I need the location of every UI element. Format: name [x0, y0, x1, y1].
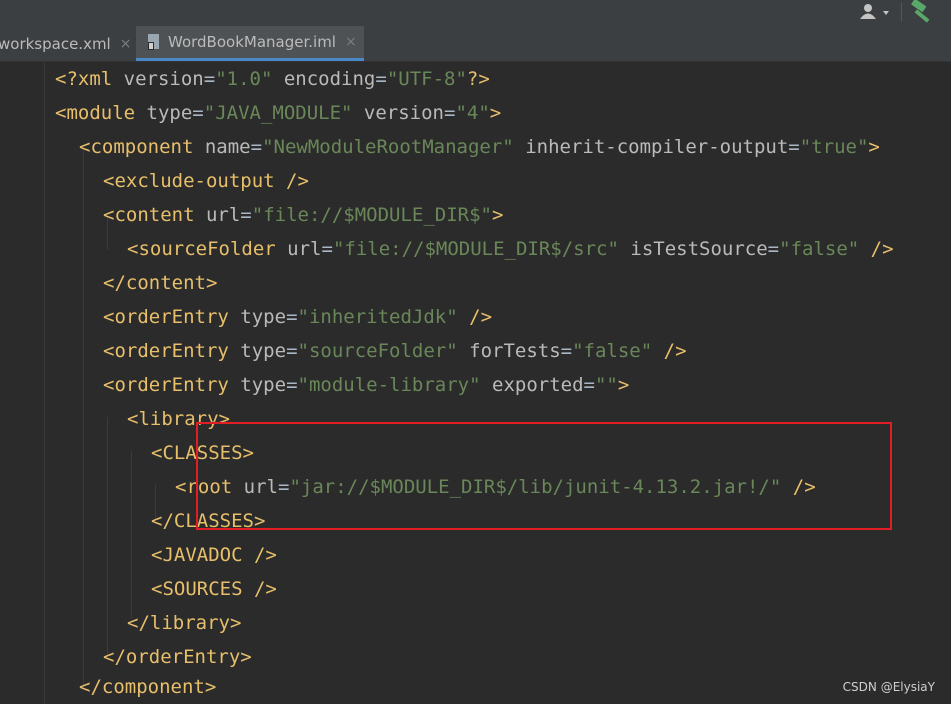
xml-value: "true" [799, 136, 869, 158]
code-line-1: <?xml version="1.0" encoding="UTF-8"?> [55, 68, 490, 90]
xml-tag: <orderEntry [103, 340, 229, 362]
toolbar-separator [901, 3, 902, 21]
close-icon[interactable]: × [120, 36, 132, 52]
code-line-19: </component> [79, 670, 216, 704]
xml-value: "false" [779, 238, 860, 260]
tab-workspace-xml[interactable]: workspace.xml × [0, 26, 131, 61]
xml-tag-end: > [491, 204, 504, 226]
xml-tag-end: > [868, 136, 880, 158]
xml-attr: encoding [283, 68, 376, 90]
code-line-17: </library> [127, 606, 241, 640]
xml-tag: <orderEntry [103, 306, 229, 328]
xml-tag: <orderEntry [103, 374, 229, 396]
xml-value: "" [594, 374, 618, 396]
xml-value: "sourceFolder" [297, 340, 458, 362]
xml-attr: type [240, 374, 287, 396]
xml-tag-end: ?> [466, 68, 490, 90]
code-line-8: <orderEntry type="inheritedJdk" /> [103, 306, 493, 328]
xml-tag-end: /> [253, 578, 277, 600]
xml-tag-end: > [617, 374, 630, 396]
xml-tag-end: /> [253, 544, 277, 566]
code-line-18: </orderEntry> [103, 640, 252, 674]
tab-label: WordBookManager.iml [168, 33, 336, 51]
indent-guide [107, 417, 108, 655]
build-hammer-icon[interactable] [908, 0, 938, 24]
xml-attr: version [123, 68, 204, 90]
top-toolbar [0, 0, 951, 27]
xml-tag: </orderEntry> [103, 646, 252, 668]
xml-attr: type [240, 340, 287, 362]
tab-wordbookmanager-iml[interactable]: WordBookManager.iml × [136, 26, 364, 61]
xml-value: "1.0" [215, 68, 273, 90]
watermark: CSDN @ElysiaY [842, 680, 935, 694]
xml-value: "file://$MODULE_DIR$" [251, 204, 492, 226]
xml-value: "inheritedJdk" [297, 306, 458, 328]
code-line-5: <content url="file://$MODULE_DIR$"> [103, 204, 504, 226]
xml-value: "4" [455, 102, 490, 124]
code-line-15: <JAVADOC /> [151, 538, 277, 572]
xml-tag-end: /> [469, 306, 493, 328]
xml-tag: </component> [79, 676, 217, 698]
xml-tag-end: > [489, 102, 502, 124]
xml-value: "UTF-8" [386, 68, 467, 90]
xml-value: "module-library" [297, 374, 481, 396]
editor-tab-bar: workspace.xml × WordBookManager.iml × [0, 26, 951, 62]
xml-tag: <module [55, 102, 136, 124]
code-line-6: <sourceFolder url="file://$MODULE_DIR$/s… [127, 238, 894, 260]
xml-attr: isTestSource [630, 238, 768, 260]
xml-tag-end: /> [286, 170, 309, 192]
xml-tag: <?xml [55, 68, 113, 90]
xml-attr: name [204, 136, 251, 158]
xml-attr: version [363, 102, 444, 124]
xml-tag: </content> [103, 272, 218, 294]
tab-label: workspace.xml [0, 34, 111, 53]
xml-value: "NewModuleRootManager" [262, 136, 514, 158]
xml-tag: <content [103, 204, 195, 226]
xml-attr: exported [492, 374, 584, 396]
xml-value: "file://$MODULE_DIR$/src" [332, 238, 619, 260]
xml-tag-end: /> [870, 238, 894, 260]
xml-tag: <component [79, 136, 194, 158]
code-line-4: <exclude-output /> [103, 164, 309, 198]
xml-attr: url [205, 204, 241, 226]
xml-attr: inherit-compiler-output [525, 136, 789, 158]
xml-tag: <sourceFolder [127, 238, 276, 260]
code-line-3: <component name="NewModuleRootManager" i… [79, 136, 880, 158]
xml-attr: type [240, 306, 287, 328]
xml-tag: </library> [127, 612, 242, 634]
code-line-2: <module type="JAVA_MODULE" version="4"> [55, 102, 502, 124]
xml-attr: url [287, 238, 322, 260]
xml-tag: <exclude-output [103, 170, 275, 192]
iml-file-icon [146, 33, 162, 51]
indent-guide [131, 451, 132, 619]
gutter-separator [44, 62, 45, 704]
xml-value: "false" [572, 340, 653, 362]
code-line-9: <orderEntry type="sourceFolder" forTests… [103, 340, 687, 362]
xml-attr: forTests [469, 340, 561, 362]
xml-tag: <SOURCES [151, 578, 243, 600]
xml-tag-end: /> [663, 340, 687, 362]
xml-attr: type [146, 102, 193, 124]
xml-value: "JAVA_MODULE" [203, 102, 353, 124]
xml-tag: <JAVADOC [151, 544, 243, 566]
close-icon[interactable]: × [345, 34, 357, 50]
code-editor[interactable]: <?xml version="1.0" encoding="UTF-8"?> <… [0, 62, 951, 704]
code-line-7: </content> [103, 266, 217, 300]
user-dropdown-icon[interactable] [858, 2, 894, 22]
highlight-annotation-box [196, 422, 892, 530]
code-line-16: <SOURCES /> [151, 572, 277, 606]
code-line-10: <orderEntry type="module-library" export… [103, 374, 630, 396]
indent-guide [83, 148, 84, 688]
